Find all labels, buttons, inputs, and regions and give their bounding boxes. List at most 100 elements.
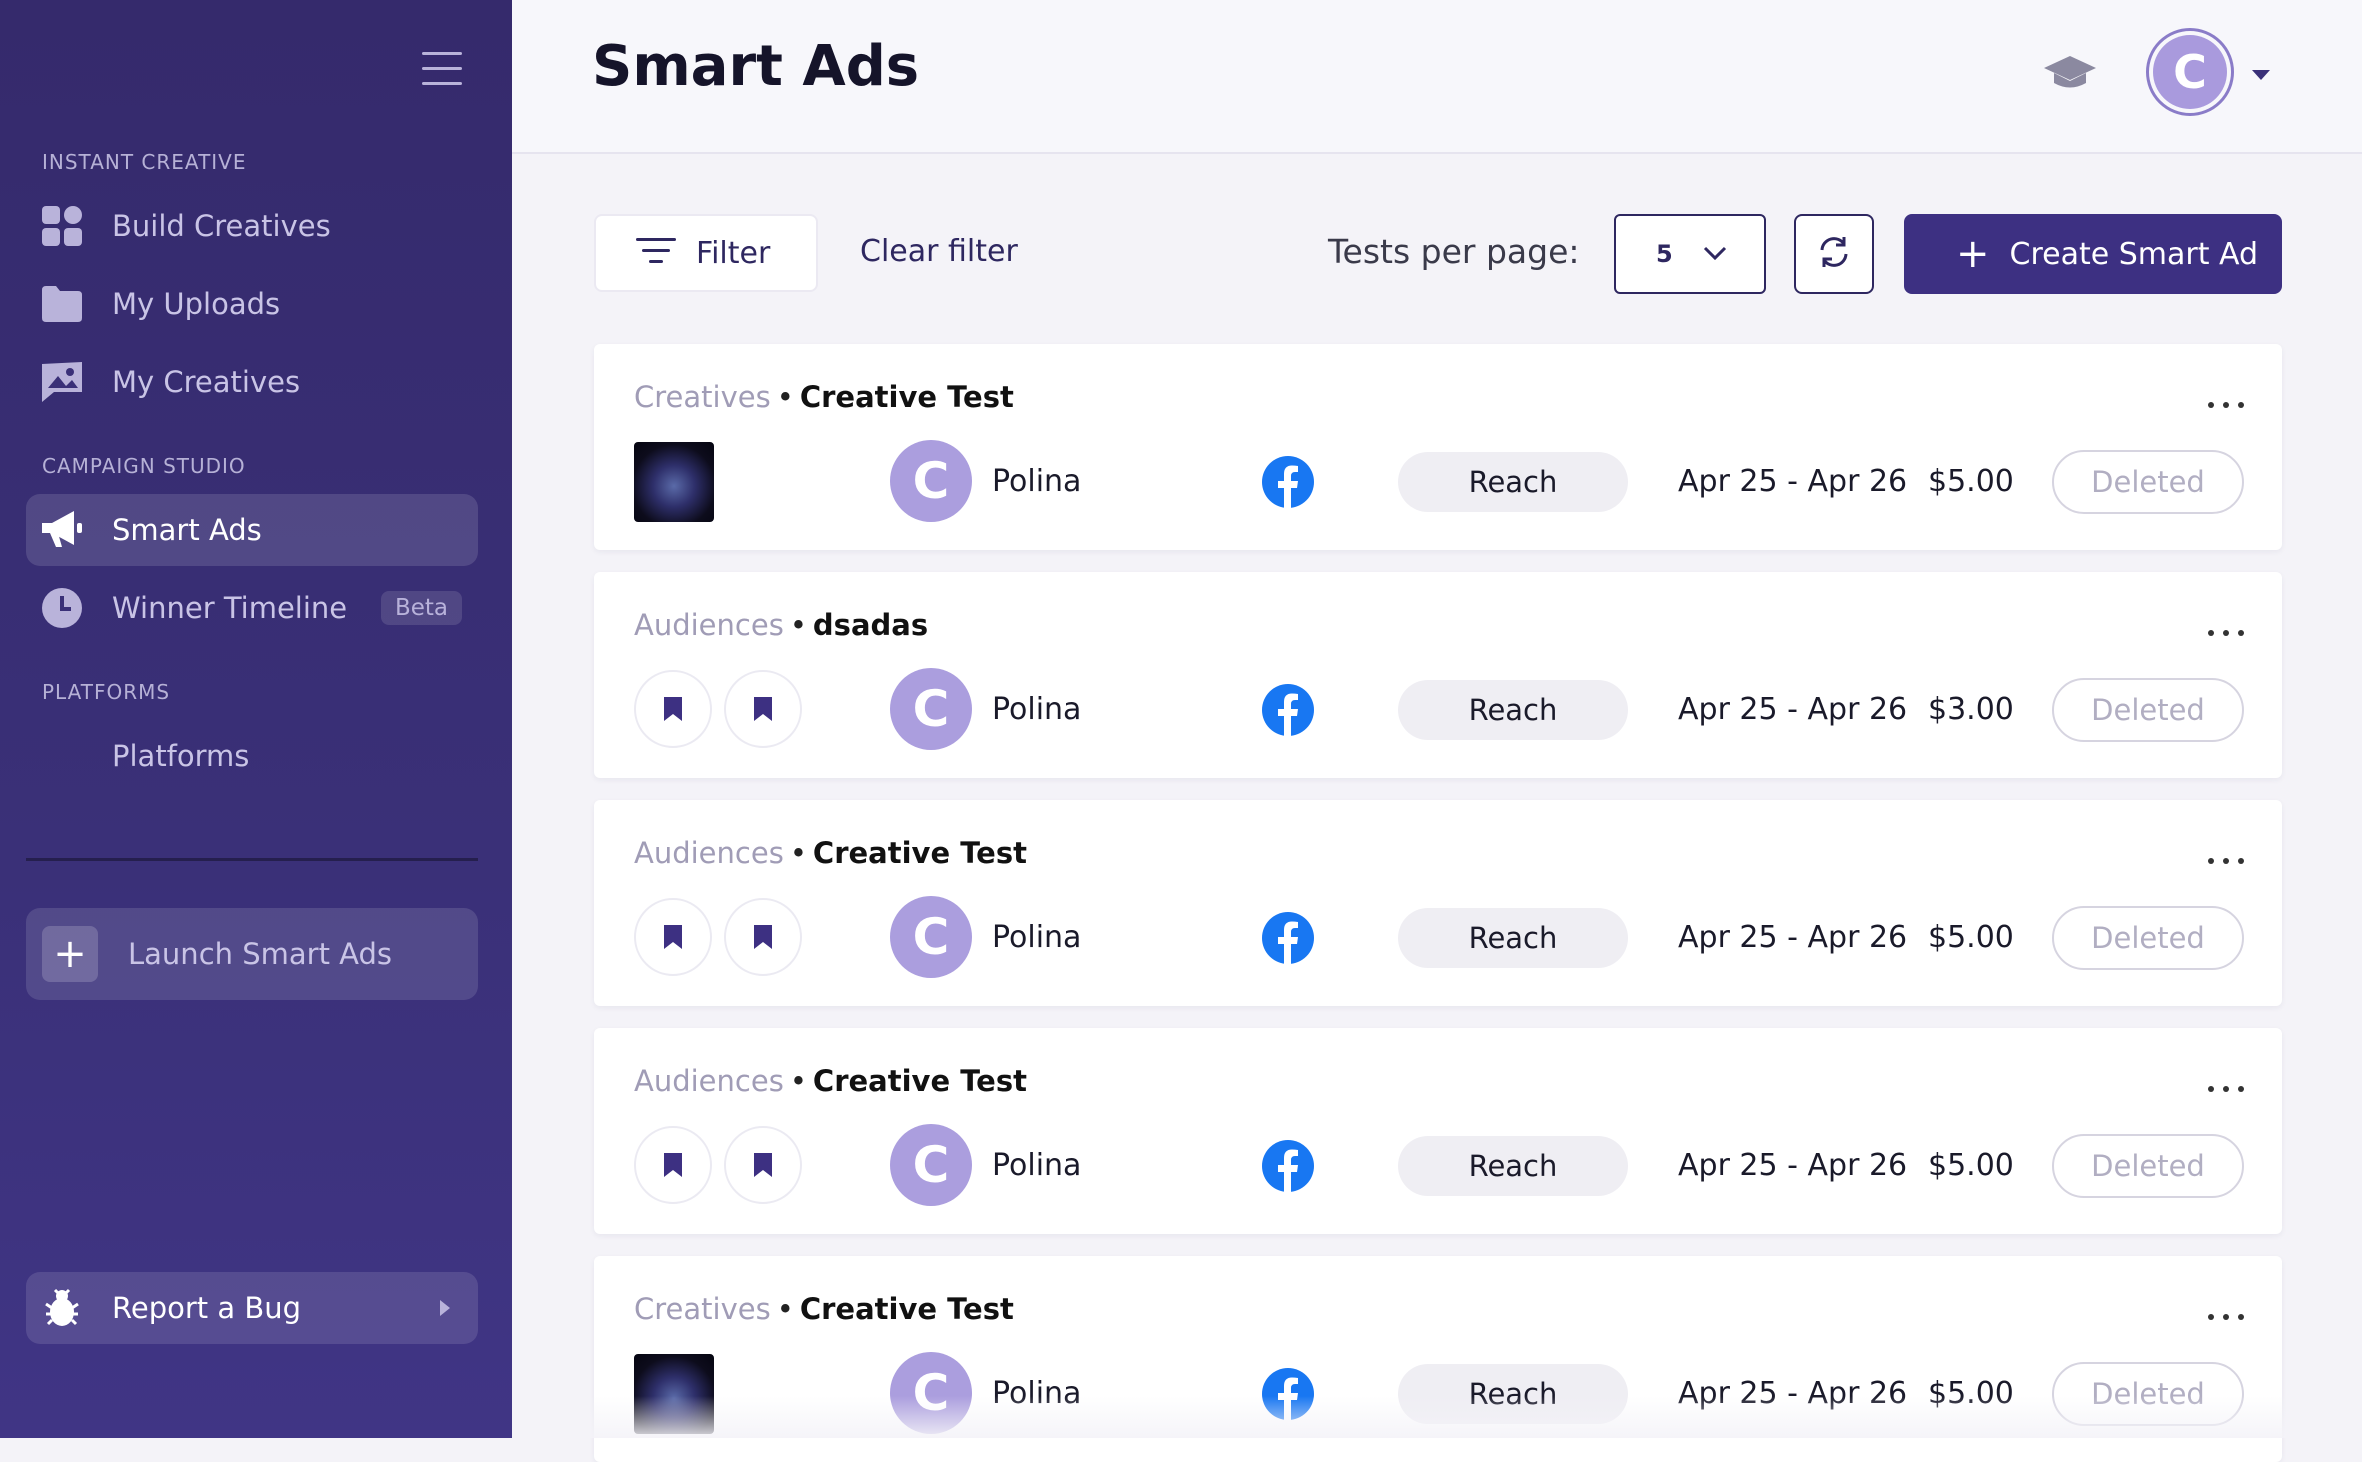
ad-name: Creative Test: [799, 380, 1014, 414]
more-options-icon[interactable]: [2208, 630, 2244, 640]
bookmark-icon: [634, 898, 712, 976]
report-bug-label: Report a Bug: [112, 1291, 302, 1325]
tests-per-page-select[interactable]: 5: [1614, 214, 1766, 294]
user-name: Polina: [992, 1376, 1082, 1411]
grid-icon: [42, 206, 82, 246]
ad-card[interactable]: Creatives • Creative Test C Polina Reach A…: [594, 344, 2282, 550]
budget: $5.00: [1928, 464, 2014, 499]
ad-card[interactable]: Creatives • Creative Test C Polina Reach A…: [594, 1256, 2282, 1462]
section-label-platforms: PLATFORMS: [42, 680, 171, 704]
megaphone-icon: [42, 510, 82, 550]
date-range: Apr 25 - Apr 26: [1678, 1148, 1908, 1183]
separator-dot: •: [776, 380, 794, 414]
ad-category: Audiences: [634, 1064, 784, 1098]
sidebar-item-build-creatives[interactable]: Build Creatives: [26, 190, 478, 262]
sidebar-item-label: Platforms: [112, 739, 250, 773]
budget: $5.00: [1928, 1148, 2014, 1183]
sidebar-item-platforms[interactable]: Platforms: [26, 720, 478, 792]
ad-category: Creatives: [634, 380, 771, 414]
header: Smart Ads C: [512, 0, 2362, 154]
sidebar-item-label: Build Creatives: [112, 209, 331, 243]
user-name: Polina: [992, 692, 1082, 727]
user-name: Polina: [992, 920, 1082, 955]
user-avatar: C: [890, 896, 972, 978]
plus-icon: +: [1956, 231, 1990, 277]
more-options-icon[interactable]: [2208, 858, 2244, 868]
section-label-campaign-studio: CAMPAIGN STUDIO: [42, 454, 246, 478]
more-options-icon[interactable]: [2208, 1314, 2244, 1324]
bug-icon: [42, 1288, 82, 1328]
budget: $5.00: [1928, 1376, 2014, 1411]
refresh-button[interactable]: [1794, 214, 1874, 294]
chevron-right-icon: [440, 1300, 450, 1316]
facebook-icon: [1262, 1368, 1314, 1420]
bookmark-icon: [724, 1126, 802, 1204]
ad-name: Creative Test: [812, 1064, 1027, 1098]
filter-label: Filter: [696, 235, 771, 271]
user-name: Polina: [992, 464, 1082, 499]
separator-dot: •: [776, 1292, 794, 1326]
clock-icon: [42, 588, 82, 628]
objective-badge: Reach: [1398, 908, 1628, 968]
beta-badge: Beta: [380, 591, 462, 625]
sidebar: INSTANT CREATIVE Build Creatives My Uplo…: [0, 0, 512, 1438]
ad-card[interactable]: Audiences • Creative Test C Polina Reach A…: [594, 800, 2282, 1006]
ad-card[interactable]: Audiences • Creative Test C Polina Reach A…: [594, 1028, 2282, 1234]
sidebar-item-my-creatives[interactable]: My Creatives: [26, 346, 478, 418]
more-options-icon[interactable]: [2208, 402, 2244, 412]
filter-icon: [636, 238, 676, 268]
user-avatar: C: [890, 440, 972, 522]
objective-badge: Reach: [1398, 1136, 1628, 1196]
facebook-icon: [1262, 456, 1314, 508]
sidebar-divider: [26, 858, 478, 861]
bookmark-icon: [634, 1126, 712, 1204]
status-badge: Deleted: [2052, 450, 2244, 514]
separator-dot: •: [789, 836, 807, 870]
sidebar-item-smart-ads[interactable]: Smart Ads: [26, 494, 478, 566]
bookmark-icon: [724, 670, 802, 748]
status-badge: Deleted: [2052, 906, 2244, 970]
facebook-icon: [1262, 684, 1314, 736]
user-avatar: C: [890, 668, 972, 750]
tests-per-page-label: Tests per page:: [1328, 232, 1580, 271]
user-avatar[interactable]: C: [2146, 28, 2234, 116]
chevron-down-icon: [1703, 245, 1727, 264]
page-title: Smart Ads: [592, 34, 920, 99]
refresh-icon: [1816, 234, 1852, 274]
facebook-icon: [1262, 1140, 1314, 1192]
objective-badge: Reach: [1398, 1364, 1628, 1424]
tests-per-page-value: 5: [1656, 240, 1673, 268]
facebook-icon: [1262, 912, 1314, 964]
graduation-cap-icon[interactable]: [2042, 52, 2098, 92]
sidebar-item-my-uploads[interactable]: My Uploads: [26, 268, 478, 340]
user-name: Polina: [992, 1148, 1082, 1183]
ad-category: Audiences: [634, 836, 784, 870]
create-smart-ad-button[interactable]: + Create Smart Ad: [1904, 214, 2282, 294]
sidebar-item-label: My Uploads: [112, 287, 281, 321]
ad-name: dsadas: [812, 608, 929, 642]
status-badge: Deleted: [2052, 1134, 2244, 1198]
menu-toggle-icon[interactable]: [422, 52, 462, 88]
chevron-down-icon[interactable]: [2252, 70, 2270, 80]
image-icon: [42, 362, 82, 402]
report-bug-button[interactable]: Report a Bug: [26, 1272, 478, 1344]
launch-smart-ads-button[interactable]: + Launch Smart Ads: [26, 908, 478, 1000]
sidebar-item-label: Smart Ads: [112, 513, 262, 547]
separator-dot: •: [789, 608, 807, 642]
creative-thumbnail: [634, 1354, 714, 1434]
sidebar-item-winner-timeline[interactable]: Winner Timeline Beta: [26, 572, 478, 644]
status-badge: Deleted: [2052, 678, 2244, 742]
date-range: Apr 25 - Apr 26: [1678, 920, 1908, 955]
ad-card[interactable]: Audiences • dsadas C Polina Reach Apr 25 -…: [594, 572, 2282, 778]
creative-thumbnail: [634, 442, 714, 522]
clear-filter-link[interactable]: Clear filter: [860, 234, 1018, 269]
more-options-icon[interactable]: [2208, 1086, 2244, 1096]
date-range: Apr 25 - Apr 26: [1678, 1376, 1908, 1411]
sidebar-item-label: My Creatives: [112, 365, 301, 399]
status-badge: Deleted: [2052, 1362, 2244, 1426]
filter-button[interactable]: Filter: [594, 214, 818, 292]
launch-label: Launch Smart Ads: [128, 937, 393, 971]
date-range: Apr 25 - Apr 26: [1678, 692, 1908, 727]
create-label: Create Smart Ad: [2009, 236, 2259, 272]
bookmark-icon: [724, 898, 802, 976]
